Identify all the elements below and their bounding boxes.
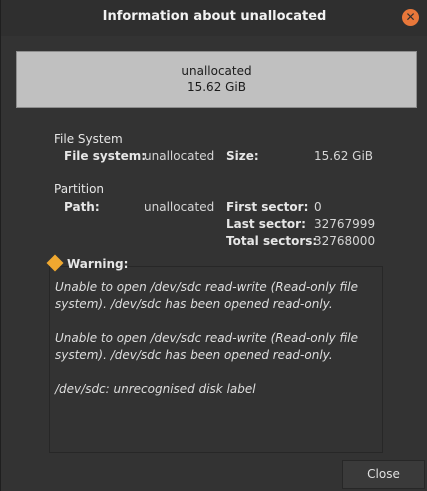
preview-name: unallocated [181,64,252,78]
partition-preview: unallocated 15.62 GiB [16,51,417,108]
warning-message: Unable to open /dev/sdc read-write (Read… [55,331,358,362]
warning-heading: Warning: [67,257,129,271]
warning-icon [46,254,64,272]
close-window-icon[interactable]: ✕ [402,9,419,26]
last-sector-label: Last sector: [226,217,306,231]
dialog-title: Information about unallocated [102,9,327,24]
preview-size: 15.62 GiB [186,80,247,94]
warning-messages: Unable to open /dev/sdc read-write (Read… [55,279,380,415]
file-system-value: unallocated [144,149,215,163]
warning-box: Unable to open /dev/sdc read-write (Read… [49,266,383,453]
path-value: unallocated [144,200,215,214]
last-sector-value: 32767999 [314,217,376,231]
total-sectors-value: 32768000 [314,234,376,248]
partition-heading: Partition [54,182,105,196]
warning-message: /dev/sdc: unrecognised disk label [55,382,256,396]
file-system-heading: File System [54,132,123,146]
size-label: Size: [226,149,259,163]
info-dialog: Information about unallocated ✕ unalloca… [0,0,427,491]
path-label: Path: [64,200,100,214]
file-system-label: File system: [64,149,147,163]
first-sector-value: 0 [314,200,322,214]
title-bar: Information about unallocated ✕ [1,0,427,36]
first-sector-label: First sector: [226,200,309,214]
size-value: 15.62 GiB [314,149,374,163]
warning-heading-row: Warning: [46,254,129,272]
close-button[interactable]: Close [342,460,425,489]
warning-message: Unable to open /dev/sdc read-write (Read… [55,280,358,311]
total-sectors-label: Total sectors: [226,234,318,248]
